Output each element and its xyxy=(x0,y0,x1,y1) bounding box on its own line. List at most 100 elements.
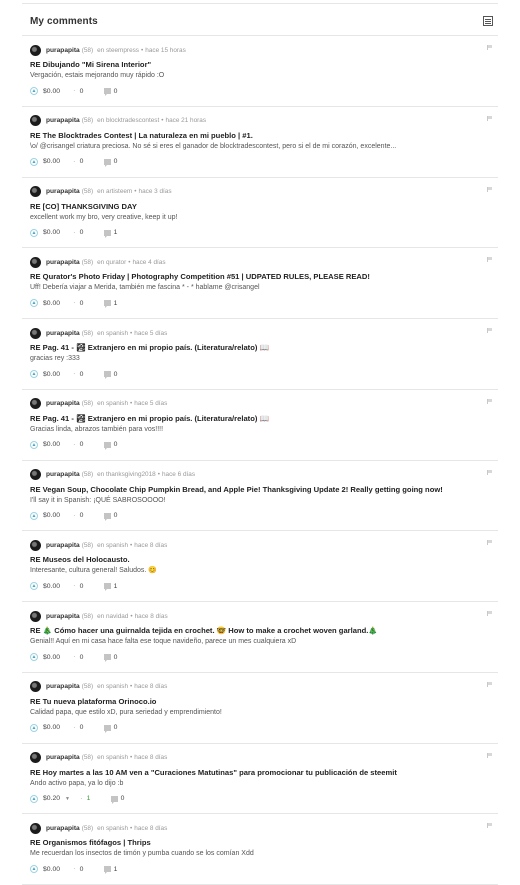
timestamp[interactable]: hace 6 días xyxy=(162,471,195,478)
comment-title[interactable]: RE Tu nueva plataforma Orinoco.io xyxy=(30,696,490,707)
avatar[interactable] xyxy=(30,822,41,834)
comment-body[interactable]: Calidad papa, que estilo xD, pura seried… xyxy=(30,707,490,718)
upvote-icon[interactable]: ▲ xyxy=(30,228,38,237)
community-link[interactable]: en steempress xyxy=(97,47,139,54)
payout-value[interactable]: $0.00 xyxy=(43,512,63,519)
comment-body[interactable]: Genial!! Aquí en mi casa hace falta ese … xyxy=(30,636,490,647)
comment-body[interactable]: Interesante, cultura general! Saludos. 😊 xyxy=(30,565,490,576)
reply-count[interactable]: 1 xyxy=(114,583,118,590)
author-link[interactable]: purapapita xyxy=(46,754,80,761)
avatar[interactable] xyxy=(30,115,41,127)
flag-icon[interactable] xyxy=(487,823,492,829)
timestamp[interactable]: hace 5 días xyxy=(134,330,167,337)
reply-count[interactable]: 1 xyxy=(114,300,118,307)
vote-count[interactable]: 0 xyxy=(80,724,88,731)
community-link[interactable]: en blocktradescontest xyxy=(97,117,159,124)
comment-body[interactable]: excellent work my bro, very creative, ke… xyxy=(30,212,490,223)
upvote-icon[interactable]: ▲ xyxy=(30,440,38,449)
community-link[interactable]: en spanish xyxy=(97,825,128,832)
flag-icon[interactable] xyxy=(487,540,492,546)
comment-title[interactable]: RE Dibujando "Mi Sirena Interior" xyxy=(30,59,490,70)
community-link[interactable]: en spanish xyxy=(97,400,128,407)
community-link[interactable]: en spanish xyxy=(97,754,128,761)
vote-count[interactable]: 0 xyxy=(80,158,88,165)
reply-count[interactable]: 0 xyxy=(114,654,118,661)
flag-icon[interactable] xyxy=(487,45,492,50)
avatar[interactable] xyxy=(30,539,41,551)
vote-count[interactable]: 0 xyxy=(80,88,88,95)
payout-value[interactable]: $0.00 xyxy=(43,654,63,661)
comment-body[interactable]: Gracias linda, abrazos también para vos!… xyxy=(30,424,490,435)
upvote-icon[interactable]: ▲ xyxy=(30,653,38,661)
flag-icon[interactable] xyxy=(487,328,492,333)
payout-value[interactable]: $0.00 xyxy=(43,88,63,95)
avatar[interactable] xyxy=(30,752,41,763)
reply-count[interactable]: 1 xyxy=(114,866,118,873)
vote-count[interactable]: 0 xyxy=(80,654,88,661)
reply-count[interactable]: 0 xyxy=(114,441,118,448)
author-link[interactable]: purapapita xyxy=(46,47,80,54)
author-link[interactable]: purapapita xyxy=(46,330,80,337)
flag-icon[interactable] xyxy=(487,257,492,263)
payout-value[interactable]: $0.00 xyxy=(43,300,63,307)
comment-body[interactable]: I'll say it in Spanish: ¡QUÉ SABROSOOOO! xyxy=(30,495,490,506)
chevron-down-icon[interactable]: ▼ xyxy=(65,796,70,802)
comment-title[interactable]: RE Museos del Holocausto. xyxy=(30,554,490,565)
reply-count[interactable]: 0 xyxy=(114,88,118,95)
flag-icon[interactable] xyxy=(487,115,492,121)
author-link[interactable]: purapapita xyxy=(46,825,80,832)
author-link[interactable]: purapapita xyxy=(46,259,80,266)
payout-value[interactable]: $0.00 xyxy=(43,866,63,873)
community-link[interactable]: en navidad xyxy=(97,613,128,620)
community-link[interactable]: en spanish xyxy=(97,330,128,337)
upvote-icon[interactable]: ▲ xyxy=(30,157,38,166)
reply-count[interactable]: 0 xyxy=(114,724,118,731)
author-link[interactable]: purapapita xyxy=(46,542,80,549)
upvote-icon[interactable]: ▲ xyxy=(30,865,38,874)
vote-count[interactable]: 0 xyxy=(80,229,88,236)
avatar[interactable] xyxy=(30,44,41,56)
timestamp[interactable]: hace 5 días xyxy=(134,400,167,407)
upvote-icon[interactable]: ▲ xyxy=(30,723,38,732)
timestamp[interactable]: hace 8 días xyxy=(134,825,167,832)
flag-icon[interactable] xyxy=(487,681,492,687)
comment-title[interactable]: RE 🎄 Cómo hacer una guirnalda tejida en … xyxy=(30,625,490,636)
timestamp[interactable]: hace 15 horas xyxy=(145,47,186,54)
flag-icon[interactable] xyxy=(487,752,492,758)
vote-count[interactable]: 0 xyxy=(80,371,88,378)
comment-body[interactable]: gracias rey :333 xyxy=(30,353,490,364)
comment-title[interactable]: RE Hoy martes a las 10 AM ven a "Curacio… xyxy=(30,767,490,778)
avatar[interactable] xyxy=(30,610,41,622)
community-link[interactable]: en qurator xyxy=(97,259,126,266)
vote-count[interactable]: 1 xyxy=(87,795,95,802)
list-view-icon[interactable] xyxy=(483,16,493,26)
timestamp[interactable]: hace 8 días xyxy=(135,613,168,620)
comment-body[interactable]: \o/ @crisangel criatura preciosa. No sé … xyxy=(30,141,490,152)
payout-value[interactable]: $0.20 xyxy=(43,795,63,802)
author-link[interactable]: purapapita xyxy=(46,117,80,124)
payout-value[interactable]: $0.00 xyxy=(43,441,63,448)
flag-icon[interactable] xyxy=(487,398,492,404)
vote-count[interactable]: 0 xyxy=(80,583,88,590)
reply-count[interactable]: 1 xyxy=(114,229,118,236)
vote-count[interactable]: 0 xyxy=(80,512,88,519)
comment-body[interactable]: Uff! Debería viajar a Merida, también me… xyxy=(30,282,490,293)
community-link[interactable]: en spanish xyxy=(97,542,128,549)
upvote-icon[interactable]: ▲ xyxy=(30,299,38,308)
comment-title[interactable]: RE Pag. 41 - 🏞 Extranjero en mi propio p… xyxy=(30,413,490,424)
timestamp[interactable]: hace 8 días xyxy=(134,754,167,761)
upvote-icon[interactable]: ▲ xyxy=(30,582,38,591)
timestamp[interactable]: hace 4 días xyxy=(132,259,165,266)
reply-count[interactable]: 0 xyxy=(121,795,125,802)
payout-value[interactable]: $0.00 xyxy=(43,158,63,165)
payout-value[interactable]: $0.00 xyxy=(43,229,63,236)
payout-value[interactable]: $0.00 xyxy=(43,724,63,731)
vote-count[interactable]: 0 xyxy=(80,866,88,873)
author-link[interactable]: purapapita xyxy=(46,683,80,690)
upvote-icon[interactable]: ▲ xyxy=(30,370,38,378)
timestamp[interactable]: hace 21 horas xyxy=(166,117,207,124)
upvote-icon[interactable]: ▲ xyxy=(30,87,38,95)
avatar[interactable] xyxy=(30,327,41,339)
reply-count[interactable]: 0 xyxy=(114,158,118,165)
comment-title[interactable]: RE [CO] THANKSGIVING DAY xyxy=(30,201,490,212)
